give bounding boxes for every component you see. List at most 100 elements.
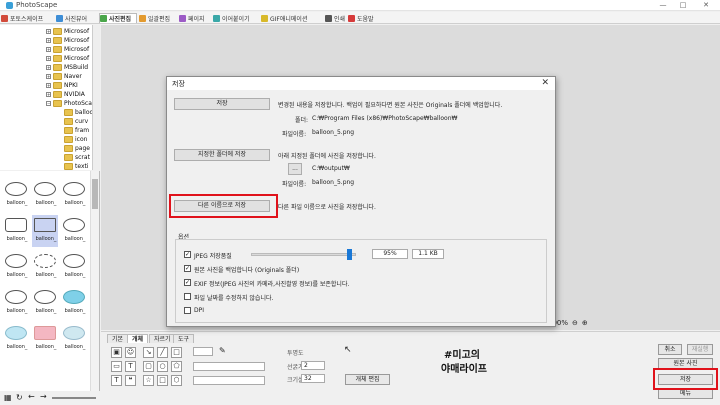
- rectangle-tool-icon[interactable]: □: [171, 347, 182, 358]
- tab-page[interactable]: 페이지: [179, 13, 211, 23]
- tree-item[interactable]: + Microsof: [46, 36, 89, 45]
- expand-icon[interactable]: +: [46, 65, 51, 70]
- maximize-button[interactable]: □: [676, 1, 690, 9]
- tree-item[interactable]: + NVIDIA: [46, 90, 85, 99]
- thumbnail[interactable]: balloon_: [61, 215, 87, 247]
- polygon-tool-icon[interactable]: ⬠: [171, 361, 182, 372]
- tree-item[interactable]: + Microsof: [46, 27, 89, 36]
- t-tool-icon[interactable]: T: [111, 375, 122, 386]
- star-tool-icon[interactable]: ☆: [143, 375, 154, 386]
- tab-gif-animation[interactable]: GIF애니메이션: [261, 13, 323, 23]
- expand-icon[interactable]: +: [46, 74, 51, 79]
- folder-tree[interactable]: + Microsof + Microsof + Microsof + Microsof …: [0, 25, 100, 170]
- thumbnail[interactable]: balloon_: [3, 215, 29, 247]
- thumbnail[interactable]: balloon_: [3, 287, 29, 319]
- quote-tool-icon[interactable]: ❝: [125, 375, 136, 386]
- tree-item[interactable]: + NPKI: [46, 81, 78, 90]
- size-input[interactable]: 32: [301, 374, 325, 383]
- thumbnail-size-slider[interactable]: [52, 397, 96, 399]
- line-style-select[interactable]: [193, 362, 265, 371]
- expand-icon[interactable]: +: [46, 38, 51, 43]
- save-overwrite-button[interactable]: 저장: [174, 98, 270, 110]
- jpeg-quality-checkbox[interactable]: ✓: [184, 251, 191, 258]
- tab-photoscape[interactable]: 포토스케이프: [1, 13, 54, 23]
- tab-viewer[interactable]: 사진뷰어: [56, 13, 98, 23]
- fill-style-select[interactable]: [193, 376, 265, 385]
- expand-icon[interactable]: +: [46, 47, 51, 52]
- back-arrow-icon[interactable]: ←: [28, 392, 35, 401]
- expand-icon[interactable]: +: [46, 56, 51, 61]
- thumbnail-selected[interactable]: balloon_: [32, 215, 58, 247]
- exif-checkbox[interactable]: ✓: [184, 279, 191, 286]
- collapse-icon[interactable]: −: [46, 101, 51, 106]
- tree-item[interactable]: + Microsof: [46, 54, 89, 63]
- tab-batch-editor[interactable]: 일괄편집: [139, 13, 177, 23]
- dialog-close-icon[interactable]: ✕: [541, 78, 549, 88]
- forward-arrow-icon[interactable]: →: [40, 392, 47, 401]
- expand-icon[interactable]: +: [46, 92, 51, 97]
- tree-item[interactable]: balloo: [64, 108, 93, 117]
- photo-tool-icon[interactable]: ▣: [111, 347, 122, 358]
- scrollbar-thumb[interactable]: [92, 179, 98, 209]
- thumbnail[interactable]: balloon_: [32, 251, 58, 283]
- expand-icon[interactable]: +: [46, 83, 51, 88]
- tree-item[interactable]: page: [64, 144, 90, 153]
- text-tool-icon[interactable]: T: [125, 361, 136, 372]
- tree-item[interactable]: + Microsof: [46, 45, 89, 54]
- line-width-input[interactable]: 2: [301, 361, 325, 370]
- browse-folder-button[interactable]: ...: [288, 163, 302, 175]
- zoom-out-icon[interactable]: ⊖: [572, 319, 578, 327]
- thumbnail[interactable]: balloon_: [61, 287, 87, 319]
- tree-item[interactable]: curv: [64, 117, 88, 126]
- object-edit-button[interactable]: 개체 편집: [345, 374, 390, 385]
- thumbnail[interactable]: balloon_: [3, 251, 29, 283]
- thumbnail-scrollbar[interactable]: [90, 171, 99, 391]
- color-picker[interactable]: [193, 347, 213, 356]
- close-button[interactable]: ✕: [699, 1, 713, 9]
- thumbnail[interactable]: balloon_: [3, 179, 29, 211]
- tree-item[interactable]: − PhotoSca: [46, 99, 92, 108]
- balloon-tool-icon[interactable]: ▭: [111, 361, 122, 372]
- redo-button[interactable]: 재실행: [687, 344, 713, 355]
- tab-basic[interactable]: 기본: [107, 334, 129, 343]
- pointer-icon[interactable]: ↖: [344, 345, 352, 355]
- thumbnail[interactable]: balloon_: [61, 251, 87, 283]
- tab-tools[interactable]: 도구: [173, 334, 195, 343]
- backup-checkbox[interactable]: ✓: [184, 265, 191, 272]
- tab-combine[interactable]: 이어붙이기: [213, 13, 259, 23]
- tree-item[interactable]: icon: [64, 135, 87, 144]
- thumbnail[interactable]: balloon_: [3, 323, 29, 355]
- jpeg-quality-slider[interactable]: [251, 249, 356, 260]
- hexagon-tool-icon[interactable]: ⬡: [171, 375, 182, 386]
- save-to-folder-button[interactable]: 지정한 폴더에 저장: [174, 149, 270, 161]
- keep-date-checkbox[interactable]: [184, 293, 191, 300]
- thumbnail[interactable]: balloon_: [61, 179, 87, 211]
- tree-item[interactable]: texti: [64, 162, 89, 170]
- slider-thumb[interactable]: [346, 249, 352, 260]
- dpi-checkbox[interactable]: [184, 307, 191, 314]
- tree-item[interactable]: scrat: [64, 153, 90, 162]
- expand-icon[interactable]: +: [46, 29, 51, 34]
- tree-item[interactable]: + MSBuild: [46, 63, 88, 72]
- thumbnail[interactable]: balloon_: [61, 323, 87, 355]
- tab-editor[interactable]: 사진편집: [99, 13, 137, 23]
- thumbnail[interactable]: balloon_: [32, 323, 58, 355]
- rounded-rect-tool-icon[interactable]: ▢: [143, 361, 154, 372]
- refresh-icon[interactable]: ↻: [16, 393, 23, 402]
- stamp-tool-icon[interactable]: ☺: [125, 347, 136, 358]
- tree-item[interactable]: + Naver: [46, 72, 82, 81]
- tab-help[interactable]: 도움말: [348, 13, 382, 23]
- line-tool-icon[interactable]: ╱: [157, 347, 168, 358]
- minimize-button[interactable]: —: [656, 1, 670, 9]
- tree-item[interactable]: fram: [64, 126, 89, 135]
- arrow-tool-icon[interactable]: ↘: [143, 347, 154, 358]
- thumbnail[interactable]: balloon_: [32, 287, 58, 319]
- eyedropper-icon[interactable]: ✎: [219, 346, 226, 355]
- tab-print[interactable]: 인쇄: [325, 13, 347, 23]
- zoom-in-icon[interactable]: ⊕: [582, 319, 588, 327]
- tree-scrollbar[interactable]: [92, 25, 100, 170]
- tab-object[interactable]: 개체: [127, 334, 149, 343]
- square-tool-icon[interactable]: □: [157, 375, 168, 386]
- tab-crop[interactable]: 자르기: [149, 334, 176, 343]
- thumbnail[interactable]: balloon_: [32, 179, 58, 211]
